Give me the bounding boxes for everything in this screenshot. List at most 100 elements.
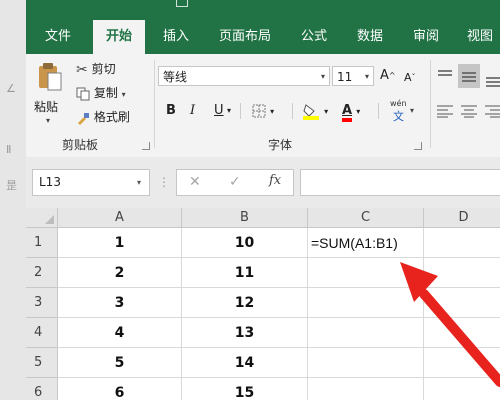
- tab-view[interactable]: 视图: [458, 20, 500, 54]
- shrink-font-label: A: [404, 71, 412, 84]
- tab-review[interactable]: 审阅: [404, 20, 448, 54]
- chevron-down-icon: ▾: [320, 72, 325, 81]
- border-grid-icon: [252, 104, 266, 117]
- insert-function-button[interactable]: fx: [269, 173, 281, 188]
- row-header[interactable]: 1: [26, 228, 58, 258]
- cell-d2[interactable]: [424, 258, 500, 288]
- divider: [378, 103, 379, 119]
- cell-b5[interactable]: 14: [182, 348, 308, 378]
- cell-c2[interactable]: [308, 258, 424, 288]
- chevron-down-icon: ▾: [46, 116, 51, 125]
- tab-data[interactable]: 数据: [348, 20, 392, 54]
- phonetic-pinyin: wén: [390, 99, 407, 108]
- tab-formulas[interactable]: 公式: [292, 20, 336, 54]
- italic-button[interactable]: I: [190, 101, 195, 121]
- chevron-down-icon[interactable]: ▾: [227, 101, 231, 121]
- cell-c6[interactable]: [308, 378, 424, 400]
- copy-icon: [76, 87, 90, 100]
- font-color-button[interactable]: A ▾: [342, 101, 361, 122]
- align-bottom-icon[interactable]: [484, 68, 500, 88]
- name-box[interactable]: L13 ▾: [32, 169, 150, 196]
- cut-button[interactable]: ✂ 剪切: [76, 60, 116, 78]
- font-size-select[interactable]: 11 ▾: [332, 66, 374, 86]
- quick-access-icon[interactable]: [176, 0, 188, 7]
- row-header[interactable]: 6: [26, 378, 58, 400]
- cell-a4[interactable]: 4: [58, 318, 182, 348]
- cell-a2[interactable]: 2: [58, 258, 182, 288]
- align-center-icon[interactable]: [460, 104, 478, 118]
- tab-insert[interactable]: 插入: [154, 20, 198, 54]
- group-divider: [430, 60, 431, 148]
- bold-button[interactable]: B: [166, 101, 176, 121]
- shrink-font-button[interactable]: Aˇ: [404, 69, 416, 87]
- tab-home[interactable]: 开始: [93, 20, 145, 54]
- formula-buttons: ✕ ✓ fx: [176, 169, 294, 196]
- cell-c3[interactable]: [308, 288, 424, 318]
- cell-d4[interactable]: [424, 318, 500, 348]
- cell-d6[interactable]: [424, 378, 500, 400]
- cell-d3[interactable]: [424, 288, 500, 318]
- chevron-down-icon: ▾: [324, 107, 329, 116]
- fill-color-button[interactable]: ▾: [302, 101, 328, 121]
- enter-icon[interactable]: ✓: [229, 174, 241, 190]
- formula-input[interactable]: [300, 169, 500, 196]
- side-glyph: 昰: [6, 179, 17, 192]
- copy-label: 复制: [93, 86, 118, 100]
- row-header[interactable]: 2: [26, 258, 58, 288]
- borders-button[interactable]: ▾: [252, 101, 274, 121]
- caret-down-icon: ˇ: [411, 73, 416, 82]
- paint-bucket-icon: [303, 103, 319, 120]
- row-header[interactable]: 3: [26, 288, 58, 318]
- cell-c5[interactable]: [308, 348, 424, 378]
- row-header[interactable]: 4: [26, 318, 58, 348]
- font-name-select[interactable]: 等线 ▾: [158, 66, 330, 86]
- background-window-strip: ∠ Ⅱ 昰: [0, 0, 26, 400]
- tab-file[interactable]: 文件: [36, 20, 80, 54]
- align-top-icon[interactable]: [436, 68, 454, 84]
- divider: [240, 103, 241, 119]
- cell-a3[interactable]: 3: [58, 288, 182, 318]
- grow-font-button[interactable]: A^: [380, 67, 396, 85]
- clipboard-group-label: 剪贴板: [62, 138, 99, 152]
- spreadsheet-grid: A B C D 1 1 10 =SUM(A1:B1) 2 2 11 3 3 12…: [26, 208, 500, 400]
- ribbon: 粘贴 ▾ ✂ 剪切 复制 ▾ 格式刷 剪贴板 等线 ▾ 11 ▾ A^ Aˇ B…: [26, 54, 500, 158]
- copy-button[interactable]: 复制 ▾: [76, 84, 126, 102]
- grow-font-label: A: [380, 68, 389, 83]
- cell-b3[interactable]: 12: [182, 288, 308, 318]
- chevron-down-icon: ▾: [356, 107, 361, 116]
- align-left-icon[interactable]: [436, 104, 454, 118]
- paste-button[interactable]: 粘贴 ▾: [32, 60, 68, 130]
- column-header-c[interactable]: C: [308, 208, 424, 228]
- cell-a5[interactable]: 5: [58, 348, 182, 378]
- format-painter-button[interactable]: 格式刷: [76, 108, 130, 126]
- column-header-d[interactable]: D: [424, 208, 500, 228]
- font-launcher-icon[interactable]: [414, 142, 422, 150]
- cell-c1[interactable]: =SUM(A1:B1): [308, 228, 424, 258]
- divider: [292, 103, 293, 119]
- cell-b1[interactable]: 10: [182, 228, 308, 258]
- align-middle-button[interactable]: [458, 64, 480, 88]
- cell-b6[interactable]: 15: [182, 378, 308, 400]
- phonetic-button[interactable]: wén 文 ▾: [388, 99, 420, 123]
- cancel-icon[interactable]: ✕: [189, 174, 201, 190]
- scissors-icon: ✂: [76, 61, 88, 78]
- cell-a6[interactable]: 6: [58, 378, 182, 400]
- select-all-button[interactable]: [26, 208, 58, 228]
- cell-b4[interactable]: 13: [182, 318, 308, 348]
- cell-d1[interactable]: [424, 228, 500, 258]
- cell-b2[interactable]: 11: [182, 258, 308, 288]
- tab-page-layout[interactable]: 页面布局: [212, 20, 278, 54]
- drag-handle-icon[interactable]: ⋮: [158, 175, 170, 189]
- column-header-a[interactable]: A: [58, 208, 182, 228]
- column-header-b[interactable]: B: [182, 208, 308, 228]
- clipboard-launcher-icon[interactable]: [142, 142, 150, 150]
- underline-button[interactable]: U: [214, 101, 224, 121]
- cell-c4[interactable]: [308, 318, 424, 348]
- brush-icon: [78, 112, 89, 125]
- row-header[interactable]: 5: [26, 348, 58, 378]
- align-right-icon[interactable]: [484, 104, 500, 118]
- cell-d5[interactable]: [424, 348, 500, 378]
- cell-a1[interactable]: 1: [58, 228, 182, 258]
- phonetic-char: 文: [393, 110, 404, 123]
- title-bar: [26, 0, 500, 16]
